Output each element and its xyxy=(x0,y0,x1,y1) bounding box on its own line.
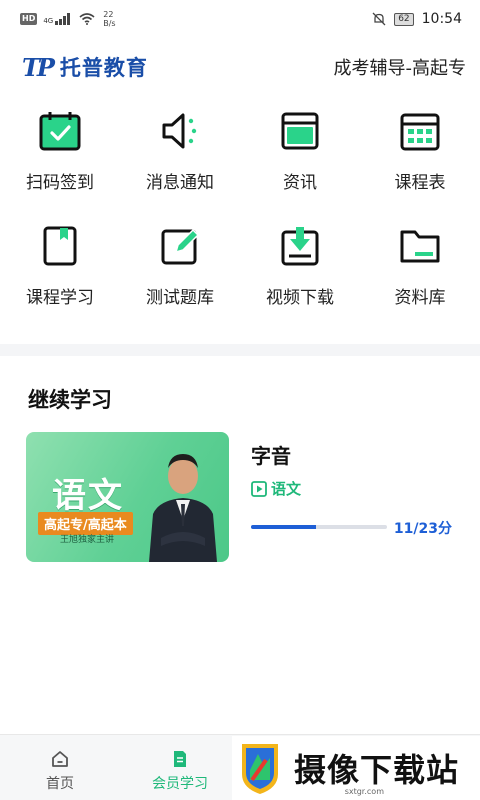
nav-home[interactable]: 首页 xyxy=(0,735,120,800)
mute-bell-icon xyxy=(372,12,386,26)
wifi-icon xyxy=(79,13,95,25)
grid-label: 消息通知 xyxy=(146,173,214,193)
status-bar: HD 4G 22 B/s 62 10:54 xyxy=(0,0,480,38)
course-info: 字音 语文 11/23分 xyxy=(249,432,456,562)
progress-bar xyxy=(251,525,387,529)
progress-text: 11/23分 xyxy=(393,521,452,537)
grid-item-checkin[interactable]: 扫码签到 xyxy=(0,108,120,193)
grid-item-messages[interactable]: 消息通知 xyxy=(120,108,240,193)
speaker-icon xyxy=(157,108,203,154)
course-title: 字音 xyxy=(251,444,291,468)
clock: 10:54 xyxy=(421,11,462,27)
course-subject-label: 语文 xyxy=(271,480,302,498)
logo-text: 托普教育 xyxy=(59,56,148,80)
news-window-icon xyxy=(277,108,323,154)
grid-label: 资料库 xyxy=(394,288,446,308)
grid-item-video-download[interactable]: 视频下载 xyxy=(240,223,360,308)
grid-label: 课程学习 xyxy=(26,288,94,308)
hd-indicator: HD xyxy=(20,13,38,25)
watermark-logo-icon xyxy=(242,744,278,794)
grid-label: 视频下载 xyxy=(266,288,334,308)
teacher-portrait-icon xyxy=(149,454,217,562)
network-type: 4G xyxy=(43,17,54,25)
course-subject: 语文 xyxy=(251,478,301,499)
grid-item-news[interactable]: 资讯 xyxy=(240,108,360,193)
grid-item-course-study[interactable]: 课程学习 xyxy=(0,223,120,308)
edit-pen-icon xyxy=(157,223,203,269)
schedule-calendar-icon xyxy=(397,108,443,154)
thumb-title: 语文 xyxy=(52,476,124,516)
nav-member-study[interactable]: 会员学习 xyxy=(120,735,240,800)
watermark-url: sxtgr.com xyxy=(344,787,384,796)
app-header: TP 托普教育 成考辅导-高起专 xyxy=(0,44,480,90)
net-speed-value: 22 xyxy=(103,10,114,19)
logo-mark: TP xyxy=(22,52,55,82)
net-speed-unit: B/s xyxy=(103,19,116,28)
download-icon xyxy=(277,223,323,269)
grid-item-library[interactable]: 资料库 xyxy=(360,223,480,308)
grid-label: 测试题库 xyxy=(146,288,214,308)
grid-label: 资讯 xyxy=(283,173,317,193)
watermark: 摄像下载站 sxtgr.com xyxy=(232,736,480,800)
folder-icon xyxy=(397,223,443,269)
grid-item-question-bank[interactable]: 测试题库 xyxy=(120,223,240,308)
play-box-icon xyxy=(251,480,267,497)
nav-label: 会员学习 xyxy=(152,776,208,792)
course-card[interactable]: 语文 高起专/高起本 王旭独家主讲 字音 语文 11/23分 xyxy=(26,432,456,562)
continue-learning-title: 继续学习 xyxy=(28,388,112,412)
grid-item-schedule[interactable]: 课程表 xyxy=(360,108,480,193)
thumb-caption: 王旭独家主讲 xyxy=(60,535,115,545)
nav-label: 首页 xyxy=(46,776,74,792)
member-doc-icon xyxy=(174,751,186,767)
progress-fill xyxy=(251,525,317,529)
grid-label: 扫码签到 xyxy=(26,173,94,193)
function-grid: 扫码签到 消息通知 资讯 课程表 课程学习 测试题库 视频下载 资料库 xyxy=(0,108,480,308)
checkin-calendar-icon xyxy=(37,108,83,154)
grid-label: 课程表 xyxy=(394,173,446,193)
course-category-selector[interactable]: 成考辅导-高起专 xyxy=(334,54,467,80)
battery-indicator: 62 xyxy=(394,12,414,26)
book-bookmark-icon xyxy=(37,223,83,269)
net-speed: 22 B/s xyxy=(103,10,115,28)
watermark-text: 摄像下载站 xyxy=(294,751,460,789)
section-divider xyxy=(0,344,480,356)
signal-icon: 4G xyxy=(43,13,73,25)
course-thumbnail[interactable]: 语文 高起专/高起本 王旭独家主讲 xyxy=(26,432,229,562)
home-icon xyxy=(52,751,68,767)
